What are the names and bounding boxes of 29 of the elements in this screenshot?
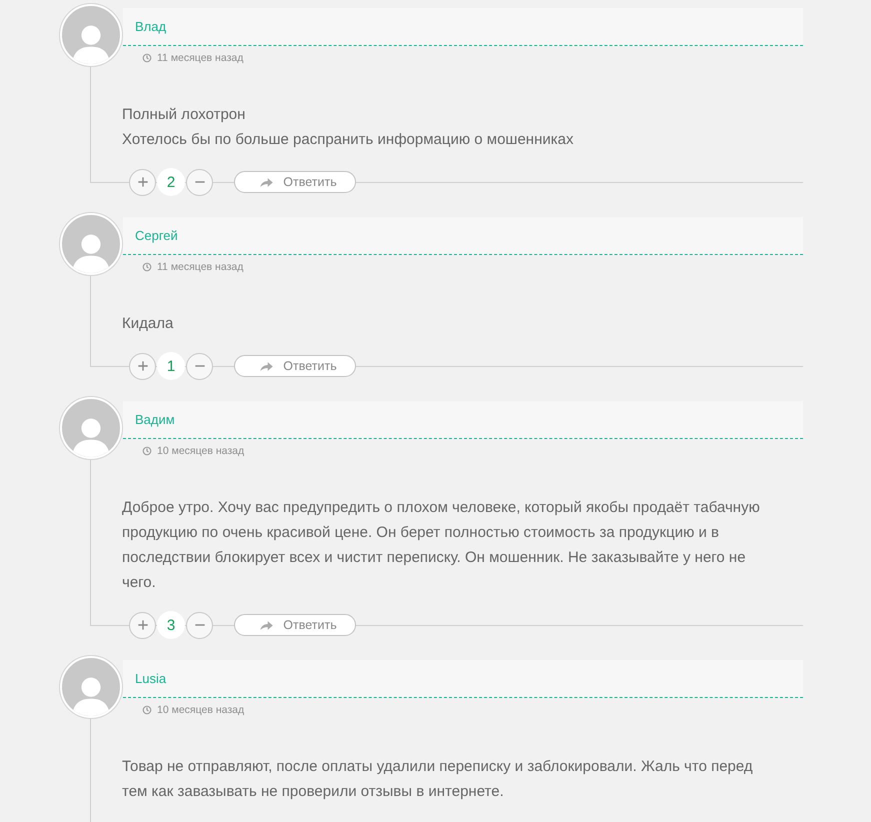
comment-time: 11 месяцев назад — [157, 52, 244, 64]
reply-button[interactable]: Ответить — [234, 171, 356, 193]
upvote-button[interactable] — [129, 168, 156, 196]
plus-icon — [136, 359, 150, 373]
comment-text: Кидала — [122, 314, 174, 334]
comment-time: 10 месяцев назад — [157, 704, 244, 716]
vote-count: 1 — [157, 352, 185, 380]
reply-button[interactable]: Ответить — [234, 614, 356, 636]
author-name[interactable]: Lusia — [135, 671, 166, 686]
author-name[interactable]: Вадим — [135, 412, 175, 427]
comment-text: Хотелось бы по больше распранить информацию о мошенниках — [122, 130, 574, 150]
plus-icon — [136, 175, 150, 189]
clock-icon — [142, 446, 152, 456]
vote-count: 3 — [157, 611, 185, 639]
comment-text: Полный лохотрон — [122, 105, 246, 125]
author-name[interactable]: Сергей — [135, 228, 178, 243]
comment-text: Товар не отправляют, после оплаты удалили переписку и заблокировали. Жаль что перед тем как завазывать не проверили отзывы в интернете. — [122, 757, 754, 802]
upvote-button[interactable] — [129, 352, 156, 380]
comment-time: 11 месяцев назад — [157, 261, 244, 273]
clock-icon — [142, 262, 152, 272]
vote-count: 2 — [157, 168, 185, 196]
upvote-button[interactable] — [129, 612, 156, 638]
clock-icon — [142, 53, 152, 63]
author-name[interactable]: Влад — [135, 19, 166, 34]
reply-button[interactable]: Ответить — [234, 355, 356, 377]
plus-icon — [136, 618, 150, 632]
clock-icon — [142, 705, 152, 715]
comment-text: Доброе утро. Хочу вас предупредить о плохом человеке, который якобы продаёт табачную продукцию по очень красивой цене. Он берет полностью стоимость за продукцию и в последствии блокирует всех и чистит переписку. Он мошенник. Не заказывайте у него не чего. — [122, 498, 761, 593]
comment-time: 10 месяцев назад — [157, 445, 244, 457]
